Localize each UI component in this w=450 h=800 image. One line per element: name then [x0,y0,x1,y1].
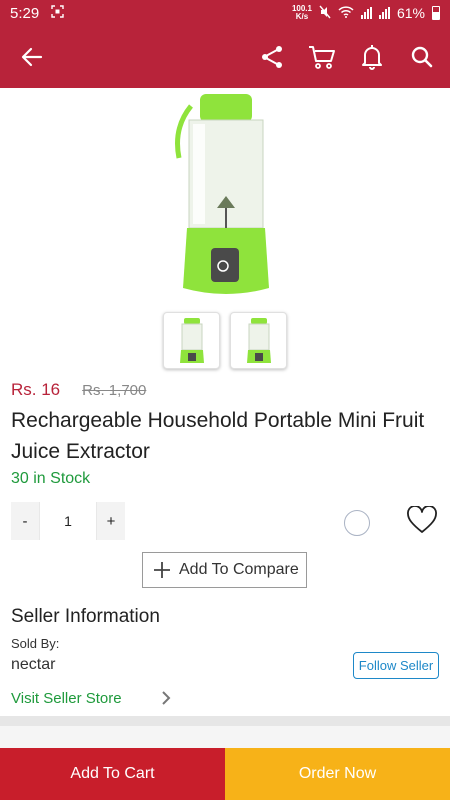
visit-seller-store-label: Visit Seller Store [11,689,122,707]
bottom-action-bar: Add To Cart Order Now [0,748,450,800]
share-button[interactable] [258,43,286,71]
search-icon [411,46,433,68]
product-title: Rechargeable Household Portable Mini Fru… [11,409,425,463]
cart-icon [309,46,335,69]
add-to-compare-label: Add To Compare [179,561,299,578]
wishlist-button[interactable] [406,505,438,539]
status-time: 5:29 [10,4,40,22]
decrease-quantity-button[interactable]: - [11,502,39,540]
signal-icon [378,7,390,19]
back-button[interactable] [18,43,46,71]
wifi-icon [338,5,354,21]
bell-icon [362,45,382,70]
seller-name: nectar [11,656,56,673]
status-bar: 5:29 100.1 K/s 61% [0,0,450,26]
mute-icon [319,5,331,22]
seller-heading: Seller Information [11,606,160,627]
chevron-right-icon [162,691,171,705]
screenshot-icon [51,4,64,22]
increase-quantity-button[interactable]: + [97,502,125,540]
notifications-button[interactable] [358,43,386,71]
original-price: Rs. 1,700 [82,382,147,399]
back-arrow-icon [21,47,43,67]
add-to-compare-button[interactable]: Add To Compare [142,552,307,588]
recommendations-strip [0,726,450,748]
battery-percent: 61% [396,5,425,21]
product-main-image[interactable] [117,88,335,306]
order-now-button[interactable]: Order Now [225,748,450,800]
share-icon [262,46,282,68]
section-divider [0,716,450,726]
quantity-stepper: - 1 + [11,502,125,540]
signal-icon [360,7,372,19]
app-bar [0,26,450,88]
heart-icon [407,505,437,533]
add-to-cart-button[interactable]: Add To Cart [0,748,225,800]
visit-seller-store-link[interactable]: Visit Seller Store [11,687,171,709]
product-thumbnail[interactable] [230,312,287,369]
network-speed: 100.1 K/s [291,4,312,21]
quantity-value[interactable]: 1 [39,502,97,540]
plus-icon [154,562,170,578]
search-button[interactable] [408,43,436,71]
cart-button[interactable] [308,43,336,71]
select-option-radio[interactable] [344,510,370,536]
product-thumbnail[interactable] [163,312,220,369]
follow-seller-button[interactable]: Follow Seller [353,652,439,679]
price-row: Rs. 16 Rs. 1,700 [11,380,146,400]
battery-icon [432,6,440,20]
product-gallery [0,88,450,373]
stock-status: 30 in Stock [11,470,91,487]
sold-by-label: Sold By: [11,636,60,651]
current-price: Rs. 16 [11,380,61,399]
